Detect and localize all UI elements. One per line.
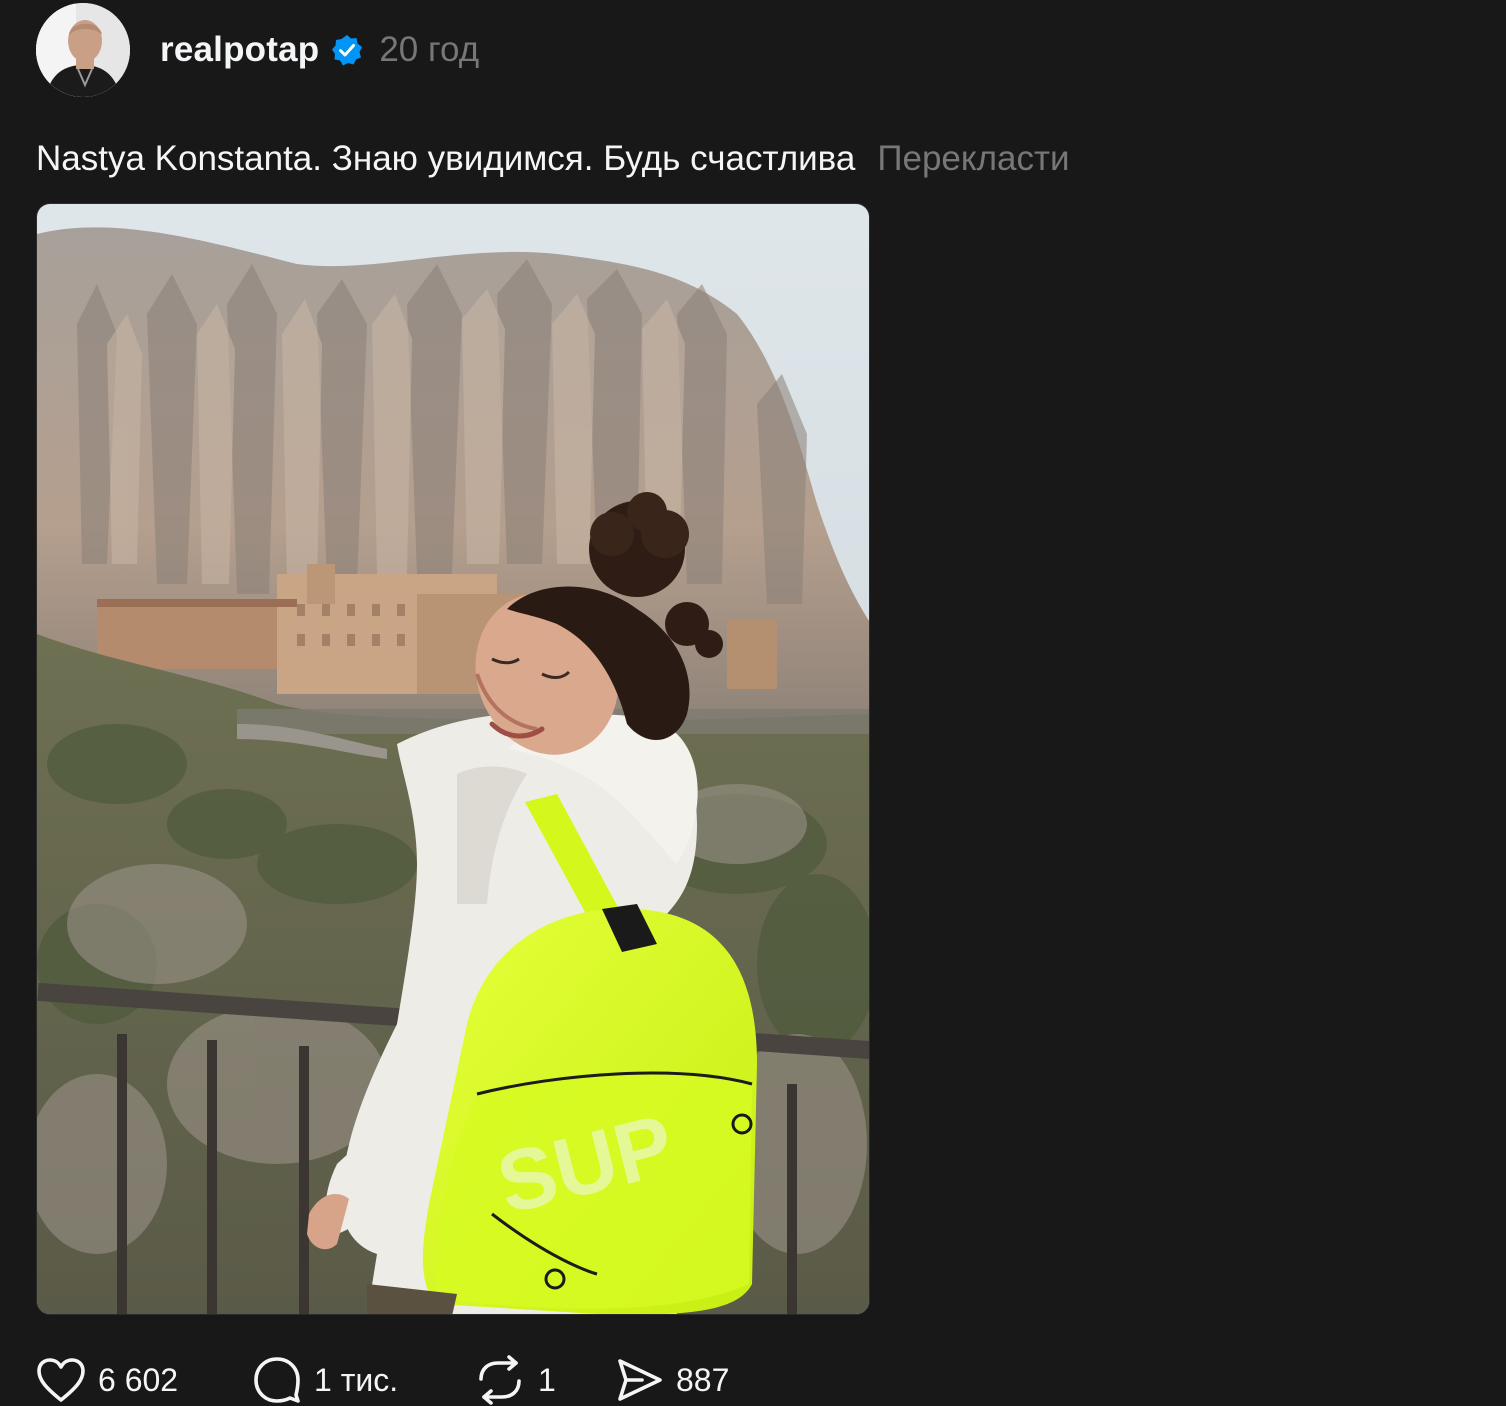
share-icon [616, 1357, 664, 1403]
post-image[interactable]: SUP [36, 203, 870, 1315]
post-actions: 6 602 1 тис. 1 887 [36, 1352, 729, 1406]
repost-icon [474, 1355, 526, 1405]
share-button[interactable]: 887 [616, 1357, 729, 1403]
post-time[interactable]: 20 год [379, 30, 479, 70]
like-count: 6 602 [98, 1361, 179, 1398]
username[interactable]: realpotap [160, 30, 319, 70]
like-button[interactable]: 6 602 [36, 1357, 252, 1403]
post-header: realpotap 20 год [36, 2, 479, 98]
repost-button[interactable]: 1 [474, 1355, 616, 1405]
share-count: 887 [676, 1361, 730, 1398]
verified-badge-icon [331, 34, 363, 66]
post-container: realpotap 20 год Nastya Konstanta. Знаю … [0, 0, 1506, 1406]
comment-count: 1 тис. [314, 1361, 399, 1398]
translate-link[interactable]: Перекласти [877, 139, 1069, 178]
comment-icon [252, 1355, 302, 1405]
avatar[interactable] [36, 3, 130, 97]
post-caption: Nastya Konstanta. Знаю увидимся. Будь сч… [36, 136, 1070, 182]
caption-text: Nastya Konstanta. Знаю увидимся. Будь сч… [36, 139, 856, 178]
heart-icon [36, 1357, 86, 1403]
repost-count: 1 [538, 1361, 556, 1398]
comment-button[interactable]: 1 тис. [252, 1355, 474, 1405]
